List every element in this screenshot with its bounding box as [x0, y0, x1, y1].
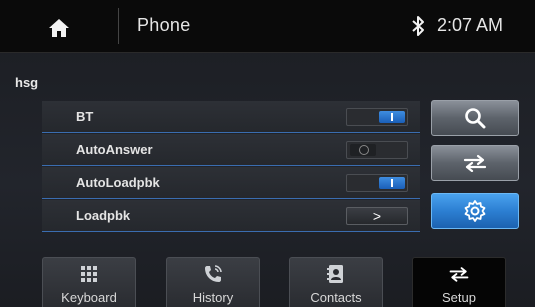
- tab-keyboard[interactable]: Keyboard: [42, 257, 136, 307]
- tab-label: History: [192, 290, 234, 305]
- setting-row-loadpbk[interactable]: Loadpbk >: [42, 200, 420, 232]
- settings-button[interactable]: [431, 193, 519, 229]
- contacts-card-icon: [325, 264, 347, 284]
- bluetooth-icon: [412, 16, 424, 36]
- search-button[interactable]: [431, 100, 519, 136]
- tab-setup[interactable]: Setup: [412, 257, 506, 307]
- device-name: hsg: [15, 75, 39, 90]
- setting-label: AutoLoadpbk: [76, 175, 160, 190]
- home-button[interactable]: [30, 12, 88, 44]
- autoloadpbk-toggle[interactable]: [346, 174, 408, 192]
- swap-arrows-icon: [448, 264, 470, 284]
- setting-row-bt[interactable]: BT: [42, 101, 420, 133]
- tab-contacts[interactable]: Contacts: [289, 257, 383, 307]
- setting-row-autoanswer[interactable]: AutoAnswer: [42, 134, 420, 166]
- search-icon: [465, 108, 486, 129]
- top-divider: [118, 8, 119, 44]
- toggle-knob-on: [379, 111, 405, 123]
- swap-button[interactable]: [431, 145, 519, 181]
- setting-label: Loadpbk: [76, 208, 131, 223]
- bt-toggle[interactable]: [346, 108, 408, 126]
- setting-label: AutoAnswer: [76, 142, 153, 157]
- toggle-knob-on: [379, 177, 405, 189]
- tab-label: Contacts: [310, 290, 362, 305]
- toggle-knob-off: [350, 144, 376, 156]
- top-bar: Phone 2:07 AM: [0, 0, 535, 53]
- phone-log-icon: [202, 264, 224, 284]
- tab-history[interactable]: History: [166, 257, 260, 307]
- phone-screen: Phone 2:07 AM hsg BT AutoAnswer AutoLoad…: [0, 0, 535, 307]
- setting-label: BT: [76, 109, 94, 124]
- settings-list: BT AutoAnswer AutoLoadpbk Loadpbk >: [42, 101, 420, 232]
- home-icon: [49, 19, 69, 37]
- tab-label: Setup: [442, 290, 476, 305]
- keypad-icon: [78, 264, 100, 284]
- setting-row-autoloadpbk[interactable]: AutoLoadpbk: [42, 167, 420, 199]
- swap-arrows-icon: [463, 154, 487, 172]
- page-title: Phone: [137, 15, 191, 35]
- autoanswer-toggle[interactable]: [346, 141, 408, 159]
- clock: 2:07 AM: [437, 15, 504, 35]
- gear-icon: [464, 200, 486, 222]
- tab-label: Keyboard: [61, 290, 117, 305]
- loadpbk-arrow-button[interactable]: >: [346, 207, 408, 225]
